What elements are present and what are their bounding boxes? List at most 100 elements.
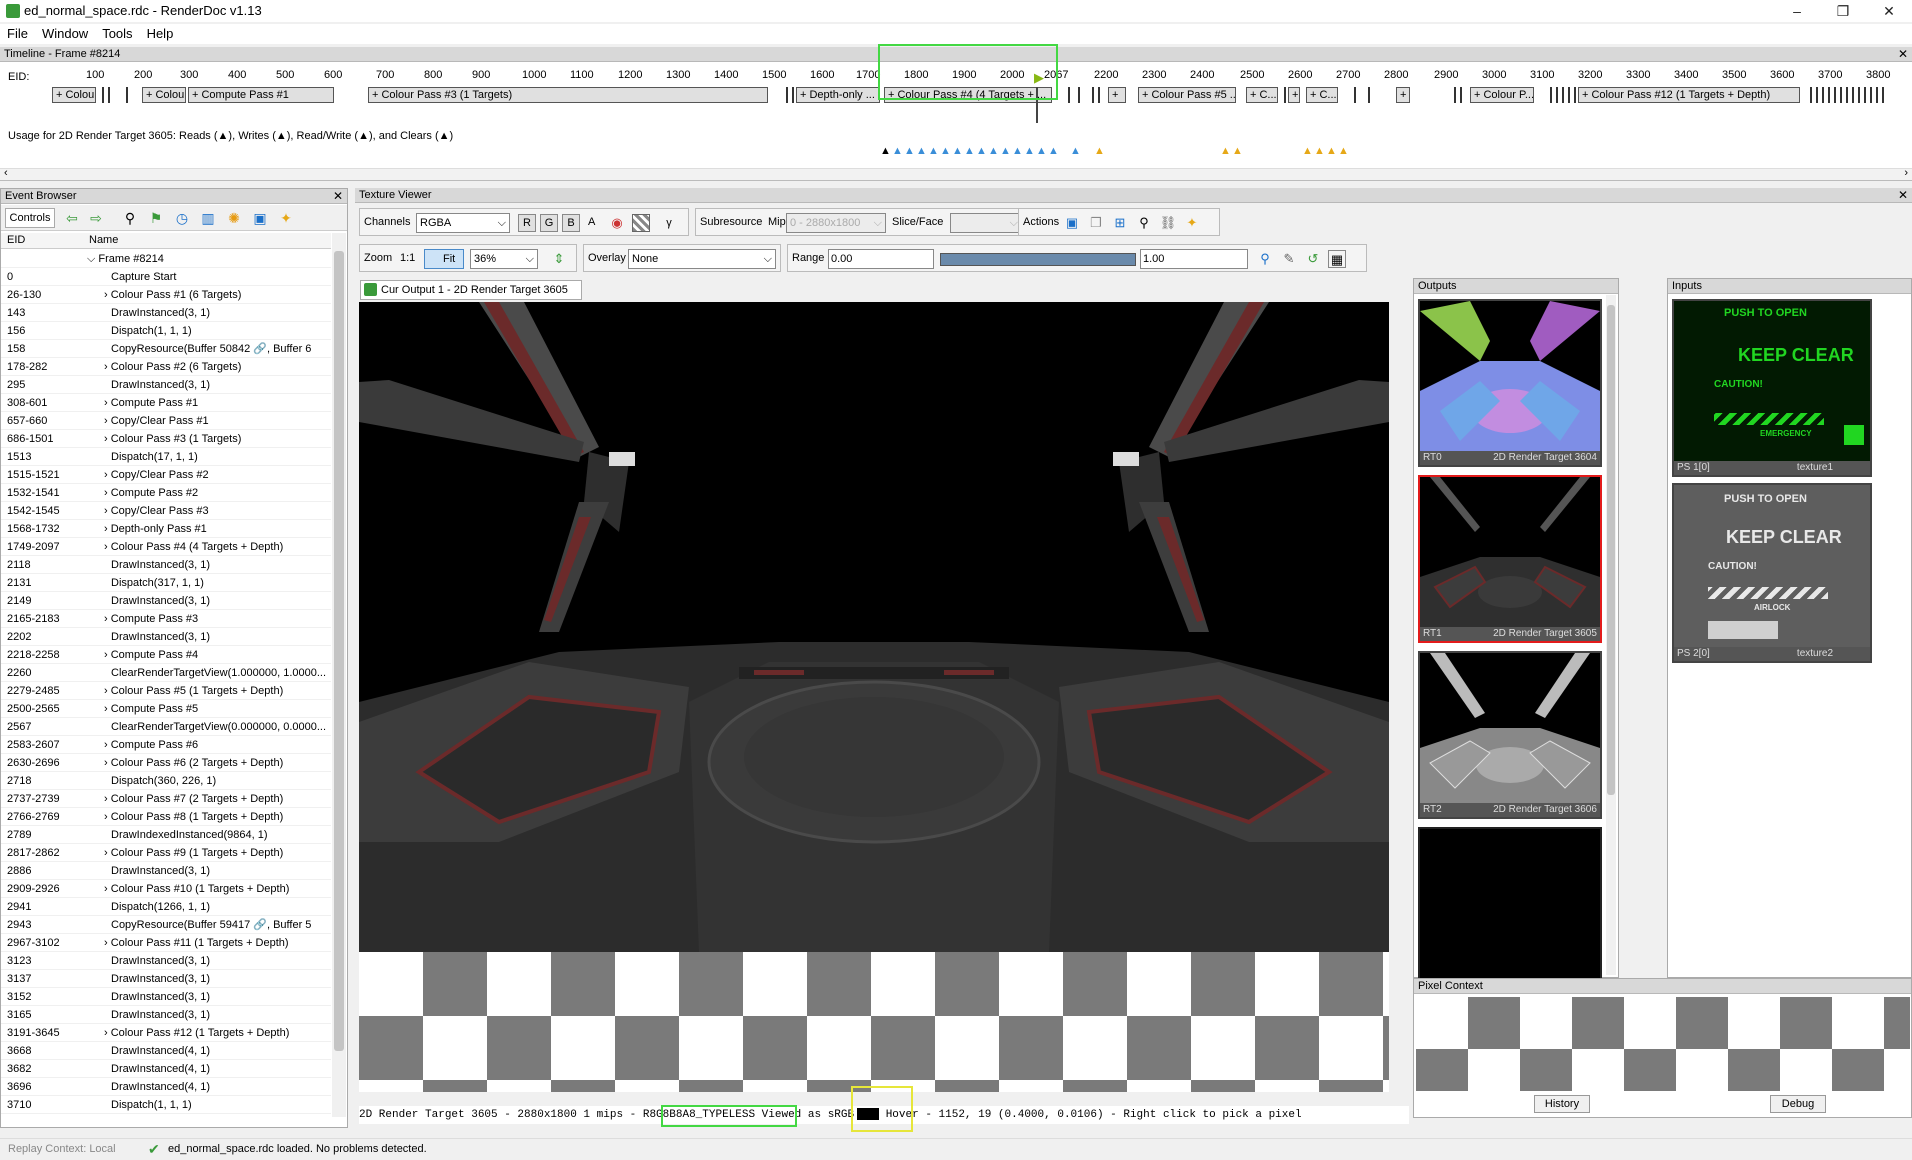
expand-chevron-icon[interactable]: ›	[104, 793, 111, 805]
table-row[interactable]: 3123 DrawInstanced(3, 1)	[1, 952, 331, 970]
table-row[interactable]: 1513 Dispatch(17, 1, 1)	[1, 448, 331, 466]
table-row[interactable]: 3165 DrawInstanced(3, 1)	[1, 1006, 331, 1024]
table-row[interactable]: 1749-2097 › Colour Pass #4 (4 Targets + D…	[1, 538, 331, 556]
history-button[interactable]: History	[1534, 1095, 1590, 1113]
expand-chevron-icon[interactable]: ›	[104, 649, 111, 661]
expand-chevron-icon[interactable]: ›	[104, 757, 111, 769]
table-row[interactable]: 2941 Dispatch(1266, 1, 1)	[1, 898, 331, 916]
copy-icon[interactable]: ❐	[1087, 214, 1105, 232]
table-row[interactable]: 3152 DrawInstanced(3, 1)	[1, 988, 331, 1006]
bookmark-flag-icon[interactable]: ⚑	[147, 209, 165, 227]
table-row[interactable]: 3137 DrawInstanced(3, 1)	[1, 970, 331, 988]
filter-settings-icon[interactable]: ✺	[225, 209, 243, 227]
output-thumb-rt1[interactable]: RT1 2D Render Target 3605	[1418, 475, 1602, 643]
output-thumb-rt0[interactable]: RT0 2D Render Target 3604	[1418, 299, 1602, 467]
table-row[interactable]: 1532-1541 › Compute Pass #2	[1, 484, 331, 502]
table-row[interactable]: 2131 Dispatch(317, 1, 1)	[1, 574, 331, 592]
table-row[interactable]: 2943 CopyResource(Buffer 59417 🔗, Buffer …	[1, 916, 331, 934]
debug-button[interactable]: Debug	[1770, 1095, 1826, 1113]
close-icon[interactable]: ✕	[1898, 188, 1908, 202]
table-row[interactable]: 3668 DrawInstanced(4, 1)	[1, 1042, 331, 1060]
histogram-icon[interactable]: ▦	[1328, 250, 1346, 268]
table-row[interactable]: 2737-2739 › Colour Pass #7 (2 Targets + D…	[1, 790, 331, 808]
checkerboard-icon[interactable]	[632, 214, 650, 232]
outputs-scroll-thumb[interactable]	[1607, 305, 1615, 795]
find-icon[interactable]: ⚲	[1135, 214, 1153, 232]
channel-r-toggle[interactable]: R	[518, 214, 536, 232]
frame-row[interactable]: ⌵ Frame #8214	[1, 250, 331, 268]
table-row[interactable]: 2766-2769 › Colour Pass #8 (1 Targets + D…	[1, 808, 331, 826]
table-row[interactable]: 143 DrawInstanced(3, 1)	[1, 304, 331, 322]
maximize-button[interactable]: ❐	[1820, 0, 1866, 22]
table-row[interactable]: 3718 Dispatch(1, 1, 1)	[1, 1114, 331, 1118]
table-row[interactable]: 156 Dispatch(1, 1, 1)	[1, 322, 331, 340]
fit-toggle[interactable]: Fit	[424, 249, 464, 269]
table-row[interactable]: 158 CopyResource(Buffer 50842 🔗, Buffer 6	[1, 340, 331, 358]
gamma-toggle[interactable]: γ	[660, 214, 678, 232]
table-row[interactable]: 3696 DrawInstanced(4, 1)	[1, 1078, 331, 1096]
table-row[interactable]: 2165-2183 › Compute Pass #3	[1, 610, 331, 628]
table-row[interactable]: 2149 DrawInstanced(3, 1)	[1, 592, 331, 610]
table-row[interactable]: 2218-2258 › Compute Pass #4	[1, 646, 331, 664]
table-row[interactable]: 2789 DrawIndexedInstanced(9864, 1)	[1, 826, 331, 844]
expand-chevron-icon[interactable]: ›	[104, 541, 111, 553]
channels-select[interactable]: RGBA ⌵	[416, 213, 510, 233]
input-thumb-texture1[interactable]: PUSH TO OPEN KEEP CLEAR CAUTION! EMERGEN…	[1672, 299, 1872, 477]
overlay-select[interactable]: None ⌵	[628, 249, 776, 269]
table-row[interactable]: 2718 Dispatch(360, 226, 1)	[1, 772, 331, 790]
expand-chevron-icon[interactable]: ›	[104, 289, 111, 301]
timeline-scrollbar[interactable]: ‹ ›	[0, 167, 1912, 180]
tab-cur-output[interactable]: Cur Output 1 - 2D Render Target 3605	[360, 280, 582, 300]
time-durations-icon[interactable]: ◷	[173, 209, 191, 227]
reset-range-icon[interactable]: ↺	[1304, 250, 1322, 268]
slice-select[interactable]: ⌵	[950, 213, 1022, 233]
favorite-icon[interactable]: ✦	[277, 209, 295, 227]
range-min-input[interactable]	[828, 249, 934, 269]
mip-select[interactable]: 0 - 2880x1800 ⌵	[786, 213, 886, 233]
table-row[interactable]: 3710 Dispatch(1, 1, 1)	[1, 1096, 331, 1114]
table-row[interactable]: 2817-2862 › Colour Pass #9 (1 Targets + D…	[1, 844, 331, 862]
expand-chevron-icon[interactable]: ›	[104, 469, 111, 481]
table-row[interactable]: 0 Capture Start	[1, 268, 331, 286]
outputs-scrollbar[interactable]	[1606, 295, 1616, 975]
expand-chevron-icon[interactable]: ›	[104, 685, 111, 697]
close-window-button[interactable]: ✕	[1866, 0, 1912, 22]
zoom-range-icon[interactable]: ⚲	[1256, 250, 1274, 268]
expand-chevron-icon[interactable]: ›	[104, 505, 111, 517]
menu-window[interactable]: Window	[35, 24, 95, 43]
table-row[interactable]: 2500-2565 › Compute Pass #5	[1, 700, 331, 718]
minimize-button[interactable]: –	[1774, 0, 1820, 22]
expand-chevron-icon[interactable]: ›	[104, 613, 111, 625]
next-event-icon[interactable]: ⇨	[87, 209, 105, 227]
column-name[interactable]: Name	[89, 234, 118, 246]
range-histogram-slider[interactable]	[940, 253, 1136, 266]
open-texture-list-icon[interactable]: ⊞	[1111, 214, 1129, 232]
menu-help[interactable]: Help	[140, 24, 181, 43]
columns-icon[interactable]: ▥	[199, 209, 217, 227]
channel-a-toggle[interactable]: A	[588, 216, 595, 228]
save-texture-icon[interactable]: ▣	[1063, 214, 1081, 232]
replay-context-label[interactable]: Replay Context: Local	[8, 1143, 116, 1155]
texture-viewport[interactable]	[359, 302, 1389, 952]
range-max-input[interactable]	[1140, 249, 1248, 269]
table-row[interactable]: 2279-2485 › Colour Pass #5 (1 Targets + D…	[1, 682, 331, 700]
event-list[interactable]: ⌵ Frame #8214 0 Capture Start 26-130 › Colo…	[1, 250, 331, 1118]
find-icon[interactable]: ⚲	[121, 209, 139, 227]
color-picker-icon[interactable]: ◉	[608, 214, 626, 232]
viewport-vscrollbar[interactable]	[1391, 302, 1403, 1092]
close-icon[interactable]: ✕	[333, 189, 343, 203]
settings-icon[interactable]: ✦	[1183, 214, 1201, 232]
expand-chevron-icon[interactable]: ›	[104, 361, 111, 373]
menu-tools[interactable]: Tools	[95, 24, 139, 43]
save-icon[interactable]: ▣	[251, 209, 269, 227]
table-row[interactable]: 2118 DrawInstanced(3, 1)	[1, 556, 331, 574]
expand-chevron-icon[interactable]: ›	[104, 883, 111, 895]
table-row[interactable]: 2630-2696 › Colour Pass #6 (2 Targets + D…	[1, 754, 331, 772]
expand-chevron-icon[interactable]: ›	[104, 487, 111, 499]
table-row[interactable]: 2967-3102 › Colour Pass #11 (1 Targets + …	[1, 934, 331, 952]
flip-y-icon[interactable]: ⇕	[550, 250, 568, 268]
expand-chevron-icon[interactable]: ›	[104, 811, 111, 823]
expand-chevron-icon[interactable]: ›	[104, 415, 111, 427]
zoom-select[interactable]: 36% ⌵	[470, 249, 538, 269]
table-row[interactable]: 2909-2926 › Colour Pass #10 (1 Targets + …	[1, 880, 331, 898]
